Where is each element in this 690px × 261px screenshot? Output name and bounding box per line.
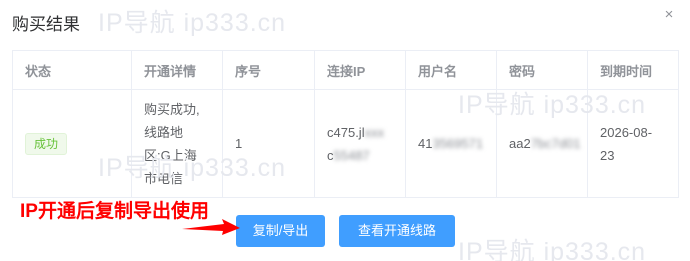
cell-password: aa27bc7d01: [496, 89, 588, 198]
header-index: 序号: [222, 50, 315, 90]
expiry-line: 2026-08-: [600, 124, 653, 140]
table-row: 成功 购买成功, 线路地 区:G上海 市电信 1 c475.jlxxx c554…: [12, 89, 679, 198]
detail-line: 市电信: [144, 170, 184, 186]
header-expiry: 到期时间: [587, 50, 679, 90]
detail-line: 线路地: [144, 124, 184, 140]
watermark-text: IP导航 ip333.cn: [458, 238, 647, 261]
password-redacted: 7bc7d01: [530, 136, 581, 151]
ip-visible: c475.jl: [327, 124, 365, 140]
watermark-text: IP导航 ip333.cn: [98, 9, 287, 37]
view-lines-button[interactable]: 查看开通线路: [339, 215, 455, 247]
cell-status: 成功: [12, 89, 132, 198]
detail-line: 区:G上海: [144, 147, 197, 163]
header-detail: 开通详情: [131, 50, 223, 90]
cell-index: 1: [222, 89, 315, 198]
username-visible: 41: [418, 136, 433, 151]
purchase-result-dialog: 购买结果 × 状态 开通详情 序号 连接IP 用户名 密码 到期时间 成功 购买…: [0, 0, 690, 261]
table-header-row: 状态 开通详情 序号 连接IP 用户名 密码 到期时间: [12, 50, 679, 90]
header-username: 用户名: [405, 50, 497, 90]
cell-username: 413569571: [405, 89, 497, 198]
header-password: 密码: [496, 50, 588, 90]
copy-export-button[interactable]: 复制/导出: [236, 215, 325, 247]
dialog-title: 购买结果: [12, 15, 80, 34]
ip-line2-redacted: 55487: [333, 147, 370, 163]
arrow-right-icon: [182, 219, 240, 235]
detail-line: 购买成功,: [144, 101, 200, 117]
status-badge: 成功: [25, 133, 68, 155]
expiry-line: 23: [600, 147, 615, 163]
ip-redacted: xxx: [364, 124, 385, 140]
username-redacted: 3569571: [432, 136, 484, 151]
cell-expiry: 2026-08- 23: [587, 89, 679, 198]
cell-ip: c475.jlxxx c55487: [314, 89, 406, 198]
header-status: 状态: [12, 50, 132, 90]
result-table: 状态 开通详情 序号 连接IP 用户名 密码 到期时间 成功 购买成功, 线路地…: [12, 50, 679, 198]
ip-line2-visible: c: [327, 147, 334, 163]
cell-detail: 购买成功, 线路地 区:G上海 市电信: [131, 89, 223, 198]
password-visible: aa2: [509, 136, 531, 151]
header-ip: 连接IP: [314, 50, 406, 90]
close-icon[interactable]: ×: [662, 7, 676, 22]
